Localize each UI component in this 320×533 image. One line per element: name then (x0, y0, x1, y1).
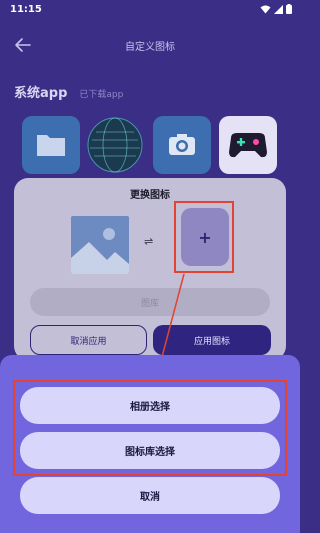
battery-icon (286, 4, 292, 14)
globe-icon (87, 117, 143, 173)
album-select-button[interactable]: 相册选择 (20, 387, 280, 424)
apply-icon-button[interactable]: 应用图标 (153, 325, 271, 355)
add-icon-button[interactable]: + (181, 208, 229, 266)
folder-icon (37, 135, 65, 156)
gamepad-app-icon[interactable] (219, 116, 277, 174)
change-icon-dialog: 更换图标 ⇌ + 图库 取消应用 应用图标 (14, 178, 286, 360)
app-icon-row (22, 116, 282, 176)
camera-icon (169, 134, 195, 155)
status-time: 11:15 (10, 3, 42, 15)
current-icon-preview (71, 216, 129, 274)
back-arrow-icon[interactable] (14, 37, 32, 53)
tab-system-apps[interactable]: 系统app (14, 82, 67, 101)
cancel-button[interactable]: 取消 (20, 477, 280, 514)
add-icon-highlight: + (174, 201, 234, 273)
tab-downloaded-apps[interactable]: 已下载app (79, 87, 123, 100)
globe-app-icon[interactable] (86, 116, 144, 174)
dialog-title: 更换图标 (130, 190, 170, 201)
plus-icon: + (198, 227, 212, 247)
section-header: 系统app 已下载app (14, 82, 123, 101)
cancel-apply-button[interactable]: 取消应用 (30, 325, 147, 355)
bottom-sheet: 相册选择 图标库选择 取消 (0, 355, 300, 533)
page-title: 自定义图标 (125, 41, 175, 53)
app-bar: 自定义图标 (0, 30, 300, 60)
status-bar: 11:15 (0, 0, 300, 18)
icon-library-select-button[interactable]: 图标库选择 (20, 432, 280, 469)
folder-app-icon[interactable] (22, 116, 80, 174)
image-placeholder-icon (71, 228, 129, 274)
wifi-icon (260, 5, 271, 13)
status-icons (260, 4, 292, 14)
swap-icon: ⇌ (144, 235, 154, 248)
signal-icon (274, 4, 283, 14)
library-button[interactable]: 图库 (30, 288, 270, 316)
gamepad-icon (229, 133, 267, 158)
camera-app-icon[interactable] (153, 116, 211, 174)
